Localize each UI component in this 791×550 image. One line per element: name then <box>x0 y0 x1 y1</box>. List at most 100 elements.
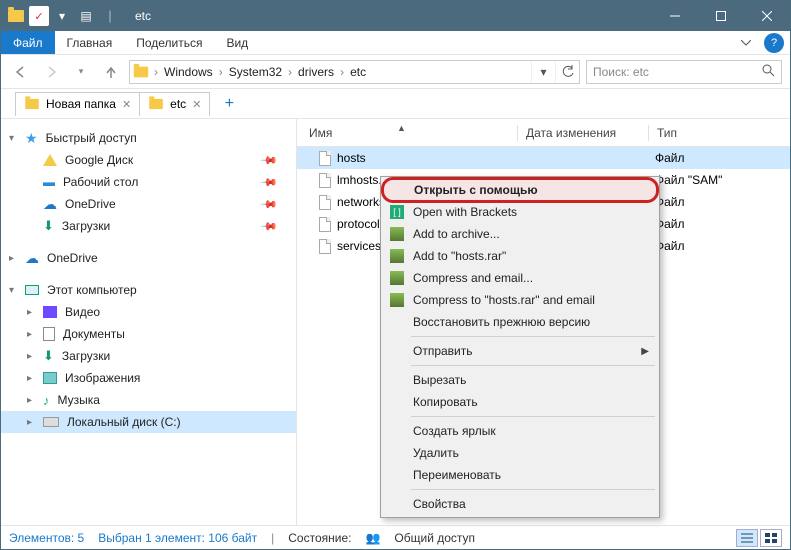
nav-this-pc[interactable]: ▾ Этот компьютер <box>1 279 296 301</box>
chevron-down-icon[interactable]: ▾ <box>9 285 14 296</box>
download-icon: ⬇ <box>43 218 54 234</box>
nav-item-videos[interactable]: ▸ Видео <box>1 301 296 323</box>
ctx-rename[interactable]: Переименовать <box>383 464 657 486</box>
file-icon <box>319 239 331 254</box>
explorer-window: ✓ ▾ ▤ ｜ etc Файл Главная Поделиться Вид … <box>0 0 791 550</box>
ctx-properties[interactable]: Свойства <box>383 493 657 515</box>
ctx-add-to-hosts-rar[interactable]: Add to "hosts.rar" <box>383 245 657 267</box>
nav-item-pictures[interactable]: ▸ Изображения <box>1 367 296 389</box>
chevron-right-icon[interactable]: ▸ <box>27 329 32 340</box>
qat-dropdown-icon[interactable]: ▾ <box>51 5 73 27</box>
ctx-copy[interactable]: Копировать <box>383 391 657 413</box>
tab-view[interactable]: Вид <box>214 31 260 54</box>
ctx-add-to-archive[interactable]: Add to archive... <box>383 223 657 245</box>
chevron-right-icon[interactable]: ▸ <box>27 307 32 318</box>
ribbon-expand-button[interactable] <box>734 31 758 54</box>
new-tab-button[interactable]: + <box>217 92 241 116</box>
desktop-icon: ▬ <box>43 175 55 189</box>
tab-home[interactable]: Главная <box>55 31 125 54</box>
breadcrumb-segment[interactable]: System32 <box>225 65 286 79</box>
nav-item-google-drive[interactable]: Google Диск 📌 <box>1 149 296 171</box>
address-bar[interactable]: › Windows › System32 › drivers › etc ▾ <box>129 60 580 84</box>
column-name[interactable]: Имя ▲ <box>297 126 517 140</box>
nav-item-local-disk-c[interactable]: ▸ Локальный диск (C:) <box>1 411 296 433</box>
chevron-right-icon[interactable]: ▸ <box>9 253 14 264</box>
file-menu[interactable]: Файл <box>1 31 55 54</box>
nav-quick-access[interactable]: ▾ ★ Быстрый доступ <box>1 127 296 149</box>
forward-button[interactable] <box>39 60 63 84</box>
gdrive-icon <box>43 154 57 166</box>
ctx-label: Свойства <box>413 497 466 511</box>
ctx-create-shortcut[interactable]: Создать ярлык <box>383 420 657 442</box>
nav-item-documents[interactable]: ▸ Документы <box>1 323 296 345</box>
chevron-right-icon[interactable]: ▸ <box>27 395 32 406</box>
back-button[interactable] <box>9 60 33 84</box>
chevron-right-icon[interactable]: › <box>338 65 346 79</box>
ctx-label: Создать ярлык <box>413 424 496 438</box>
ctx-cut[interactable]: Вырезать <box>383 369 657 391</box>
maximize-button[interactable] <box>698 1 744 31</box>
chevron-right-icon[interactable]: › <box>217 65 225 79</box>
column-headers: Имя ▲ Дата изменения Тип <box>297 119 790 147</box>
ctx-open-with-brackets[interactable]: [ ] Open with Brackets <box>383 201 657 223</box>
chevron-right-icon[interactable]: ▸ <box>27 351 32 362</box>
ctx-delete[interactable]: Удалить <box>383 442 657 464</box>
qat-overflow-icon[interactable]: ▤ <box>75 5 97 27</box>
up-button[interactable] <box>99 60 123 84</box>
ctx-label: Add to "hosts.rar" <box>413 249 506 263</box>
breadcrumb-segment[interactable]: drivers <box>294 65 338 79</box>
file-row[interactable]: hosts Файл <box>297 147 790 169</box>
nav-label: Этот компьютер <box>47 283 137 297</box>
ctx-send-to[interactable]: Отправить ▶ <box>383 340 657 362</box>
nav-item-onedrive[interactable]: ☁ OneDrive 📌 <box>1 193 296 215</box>
status-state-label: Состояние: <box>288 531 351 545</box>
nav-label: Локальный диск (C:) <box>67 415 181 429</box>
folder-tab[interactable]: Новая папка ✕ <box>15 92 140 116</box>
nav-item-downloads[interactable]: ⬇ Загрузки 📌 <box>1 215 296 237</box>
nav-item-downloads[interactable]: ▸ ⬇ Загрузки <box>1 345 296 367</box>
qat-save-icon[interactable]: ✓ <box>29 6 49 26</box>
breadcrumb-segment[interactable]: etc <box>346 65 370 79</box>
thumbnails-view-button[interactable] <box>760 529 782 547</box>
navigation-pane[interactable]: ▾ ★ Быстрый доступ Google Диск 📌 ▬ Рабоч… <box>1 119 297 525</box>
chevron-down-icon[interactable]: ▾ <box>9 133 14 144</box>
nav-onedrive[interactable]: ▸ ☁ OneDrive <box>1 247 296 269</box>
recent-locations-button[interactable]: ▾ <box>69 60 93 84</box>
status-item-count: Элементов: 5 <box>9 531 84 545</box>
ctx-label: Compress and email... <box>413 271 533 285</box>
chevron-right-icon[interactable]: › <box>286 65 294 79</box>
address-history-button[interactable]: ▾ <box>531 61 555 83</box>
nav-item-music[interactable]: ▸ ♪ Музыка <box>1 389 296 411</box>
column-type[interactable]: Тип <box>649 126 790 140</box>
ctx-restore-previous[interactable]: Восстановить прежнюю версию <box>383 311 657 333</box>
breadcrumb-segment[interactable]: Windows <box>160 65 217 79</box>
refresh-button[interactable] <box>555 61 579 83</box>
file-icon <box>319 195 331 210</box>
help-button[interactable]: ? <box>764 33 784 53</box>
tab-close-button[interactable]: ✕ <box>192 98 201 111</box>
tab-close-button[interactable]: ✕ <box>122 98 131 111</box>
ctx-compress-email[interactable]: Compress and email... <box>383 267 657 289</box>
close-button[interactable] <box>744 1 790 31</box>
search-input[interactable]: Поиск: etc <box>586 60 782 84</box>
pin-icon: 📌 <box>260 151 279 170</box>
details-view-button[interactable] <box>736 529 758 547</box>
search-icon[interactable] <box>762 64 775 80</box>
minimize-icon <box>670 11 680 21</box>
column-date[interactable]: Дата изменения <box>518 126 648 140</box>
nav-label: Музыка <box>58 393 100 407</box>
ctx-separator <box>411 365 655 366</box>
chevron-right-icon[interactable]: ▸ <box>27 373 32 384</box>
file-type: Файл <box>647 151 790 165</box>
file-name: lmhosts. <box>337 173 382 187</box>
ribbon-tabs: Файл Главная Поделиться Вид ? <box>1 31 790 55</box>
ctx-compress-hosts-email[interactable]: Compress to "hosts.rar" and email <box>383 289 657 311</box>
chevron-right-icon[interactable]: › <box>152 65 160 79</box>
chevron-right-icon[interactable]: ▸ <box>27 417 32 428</box>
tab-share[interactable]: Поделиться <box>124 31 214 54</box>
close-icon <box>762 11 772 21</box>
nav-item-desktop[interactable]: ▬ Рабочий стол 📌 <box>1 171 296 193</box>
folder-tab[interactable]: etc ✕ <box>139 92 210 116</box>
minimize-button[interactable] <box>652 1 698 31</box>
ctx-open-with[interactable]: Открыть с помощью <box>381 177 659 203</box>
